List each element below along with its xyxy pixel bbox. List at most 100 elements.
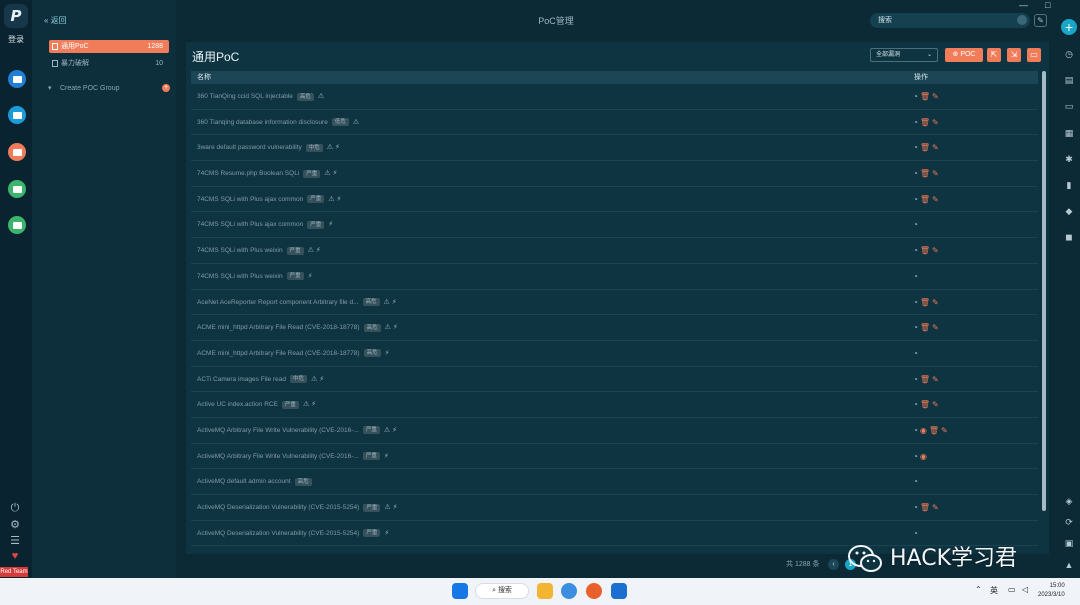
- edit-icon[interactable]: ✎: [932, 246, 939, 255]
- edit-icon[interactable]: ✎: [932, 298, 939, 307]
- run-icon[interactable]: ◔: [913, 220, 918, 229]
- warning-icon[interactable]: ▲: [1064, 560, 1074, 570]
- run-icon[interactable]: ◔: [913, 169, 918, 178]
- delete-icon[interactable]: 🗑: [920, 118, 930, 127]
- folder-icon[interactable]: ▭: [1027, 48, 1041, 62]
- delete-icon[interactable]: 🗑: [920, 195, 930, 204]
- table-row[interactable]: 74CMS SQLi with Plus ajax common 严重 ⚠ ⚡ ◔ 🗑 ✎: [191, 187, 1038, 213]
- add-icon[interactable]: +: [1061, 19, 1077, 35]
- monitor-app-icon[interactable]: [8, 70, 26, 88]
- import-icon[interactable]: ⇲: [1007, 48, 1021, 62]
- edit-icon[interactable]: ✎: [932, 195, 939, 204]
- run-icon[interactable]: ◔: [913, 143, 918, 152]
- taskbar-search[interactable]: ⌕ 搜索: [475, 583, 529, 599]
- poc-name[interactable]: ACME mini_httpd Arbitrary File Read (CVE…: [197, 350, 360, 357]
- table-row[interactable]: ActiveMQ default admin account 高危 ◔: [191, 469, 1038, 495]
- gear-icon[interactable]: ⚙: [9, 519, 21, 531]
- run-icon[interactable]: ◔: [913, 118, 918, 127]
- run-icon[interactable]: ◔: [913, 529, 918, 538]
- menu-icon[interactable]: ☰: [9, 535, 21, 547]
- document-icon[interactable]: ▤: [1064, 75, 1074, 85]
- table-row[interactable]: 74CMS Resume.php Boolean SQLi 严重 ⚠ ⚡ ◔ 🗑 ✎: [191, 161, 1038, 187]
- sidebar-item-generic-poc[interactable]: 通用PoC 1288: [49, 40, 169, 53]
- ime-indicator[interactable]: 英: [990, 585, 998, 596]
- volume-icon[interactable]: ◁: [1022, 585, 1028, 594]
- delete-icon[interactable]: 🗑: [920, 375, 930, 384]
- run-icon[interactable]: ◔: [913, 195, 918, 204]
- poc-name[interactable]: 3ware default password vulnerability: [197, 145, 302, 152]
- car-icon[interactable]: ◼: [1064, 232, 1074, 242]
- login-link[interactable]: 登录: [0, 34, 32, 45]
- edit-icon[interactable]: ✎: [932, 323, 939, 332]
- delete-icon[interactable]: 🗑: [920, 400, 930, 409]
- run-icon[interactable]: ◔: [913, 92, 918, 101]
- table-row[interactable]: 74CMS SQLi with Plus weixin 严重 ⚡ ◔: [191, 264, 1038, 290]
- chart-icon[interactable]: ▮: [1064, 180, 1074, 190]
- chrome-icon[interactable]: [561, 583, 577, 599]
- poc-name[interactable]: 74CMS SQLi with Plus weixin: [197, 273, 283, 280]
- poc-name[interactable]: ACTi Camera images File read: [197, 376, 286, 383]
- table-row[interactable]: 74CMS SQLi with Plus ajax common 严重 ⚡ ◔: [191, 212, 1038, 239]
- chevron-up-icon[interactable]: ⌃: [975, 585, 982, 594]
- sidebar-item-brute-force[interactable]: 暴力破解 10: [49, 57, 169, 70]
- run-icon[interactable]: ◔: [913, 452, 918, 461]
- edit-icon[interactable]: ✎: [932, 503, 939, 512]
- clock-icon[interactable]: ◷: [1064, 49, 1074, 59]
- edit-icon[interactable]: ✎: [932, 143, 939, 152]
- edit-icon[interactable]: ✎: [932, 169, 939, 178]
- note-icon[interactable]: ▣: [1064, 538, 1074, 548]
- firefox-icon[interactable]: [586, 583, 602, 599]
- search-input[interactable]: 搜索: [870, 13, 1030, 28]
- run-icon[interactable]: ◔: [913, 400, 918, 409]
- table-row[interactable]: ACME mini_httpd Arbitrary File Read (CVE…: [191, 315, 1038, 341]
- poc-name[interactable]: 74CMS Resume.php Boolean SQLi: [197, 170, 299, 177]
- delete-icon[interactable]: 🗑: [920, 169, 930, 178]
- edit-icon[interactable]: ✎: [932, 375, 939, 384]
- table-row[interactable]: 3ware default password vulnerability 中危 ⚠ …: [191, 135, 1038, 162]
- run-icon[interactable]: ◔: [913, 503, 918, 512]
- shield-icon[interactable]: ◈: [1064, 496, 1074, 506]
- plugin-icon[interactable]: ◆: [1064, 206, 1074, 216]
- poc-name[interactable]: ActiveMQ Arbitrary File Write Vulnerabil…: [197, 453, 359, 460]
- grid-icon[interactable]: ▦: [1064, 128, 1074, 138]
- table-row[interactable]: 360 Tianqing database information disclo…: [191, 110, 1038, 136]
- list-app-icon[interactable]: [8, 106, 26, 124]
- poc-name[interactable]: 360 Tianqing database information disclo…: [197, 119, 328, 126]
- run-icon[interactable]: ◔: [913, 298, 918, 307]
- poc-name[interactable]: ACME mini_httpd Arbitrary File Read (CVE…: [197, 324, 360, 331]
- vertical-scrollbar[interactable]: [1042, 71, 1046, 511]
- search-icon[interactable]: [1017, 15, 1027, 25]
- screen-icon[interactable]: ▭: [1064, 101, 1074, 111]
- view-icon[interactable]: ◉: [920, 452, 927, 461]
- delete-icon[interactable]: 🗑: [929, 426, 939, 435]
- add-group-button[interactable]: +: [162, 84, 170, 92]
- poc-group[interactable]: ▾ Create POC Group +: [48, 84, 170, 92]
- back-link[interactable]: « 返回: [44, 15, 67, 26]
- table-row[interactable]: ACTi Camera images File read 中危 ⚠ ⚡ ◔ 🗑 ✎: [191, 367, 1038, 393]
- poc-name[interactable]: ActiveMQ Arbitrary File Write Vulnerabil…: [197, 427, 359, 434]
- refresh-icon[interactable]: ⟳: [1064, 517, 1074, 527]
- bug-icon[interactable]: ✱: [1064, 154, 1074, 164]
- poc-name[interactable]: ActiveMQ default admin account: [197, 478, 291, 485]
- run-icon[interactable]: ◔: [913, 323, 918, 332]
- export-icon[interactable]: ⇱: [987, 48, 1001, 62]
- table-row[interactable]: ActiveMQ Arbitrary File Write Vulnerabil…: [191, 418, 1038, 444]
- poc-name[interactable]: 74CMS SQLi with Plus ajax common: [197, 222, 303, 229]
- minimize-button[interactable]: —: [1019, 0, 1028, 10]
- poc-name[interactable]: ActiveMQ Deserialization Vulnerability (…: [197, 530, 359, 537]
- edit-icon[interactable]: ✎: [932, 400, 939, 409]
- prev-page-button[interactable]: ‹: [828, 559, 839, 570]
- system-clock[interactable]: 15:00 2023/3/10: [1038, 582, 1065, 600]
- maximize-button[interactable]: □: [1045, 0, 1050, 10]
- run-icon[interactable]: ◔: [913, 246, 918, 255]
- chat-app-icon[interactable]: [8, 180, 26, 198]
- app-taskbar-icon[interactable]: [611, 583, 627, 599]
- table-row[interactable]: ACME mini_httpd Arbitrary File Read (CVE…: [191, 341, 1038, 367]
- poc-name[interactable]: 74CMS SQLi with Plus weixin: [197, 247, 283, 254]
- table-row[interactable]: 74CMS SQLi with Plus weixin 严重 ⚠ ⚡ ◔ 🗑 ✎: [191, 238, 1038, 264]
- edit-icon[interactable]: ✎: [1034, 14, 1047, 27]
- delete-icon[interactable]: 🗑: [920, 143, 930, 152]
- run-icon[interactable]: ◔: [913, 426, 918, 435]
- poc-name[interactable]: 74CMS SQLi with Plus ajax common: [197, 196, 303, 203]
- run-icon[interactable]: ◔: [913, 477, 918, 486]
